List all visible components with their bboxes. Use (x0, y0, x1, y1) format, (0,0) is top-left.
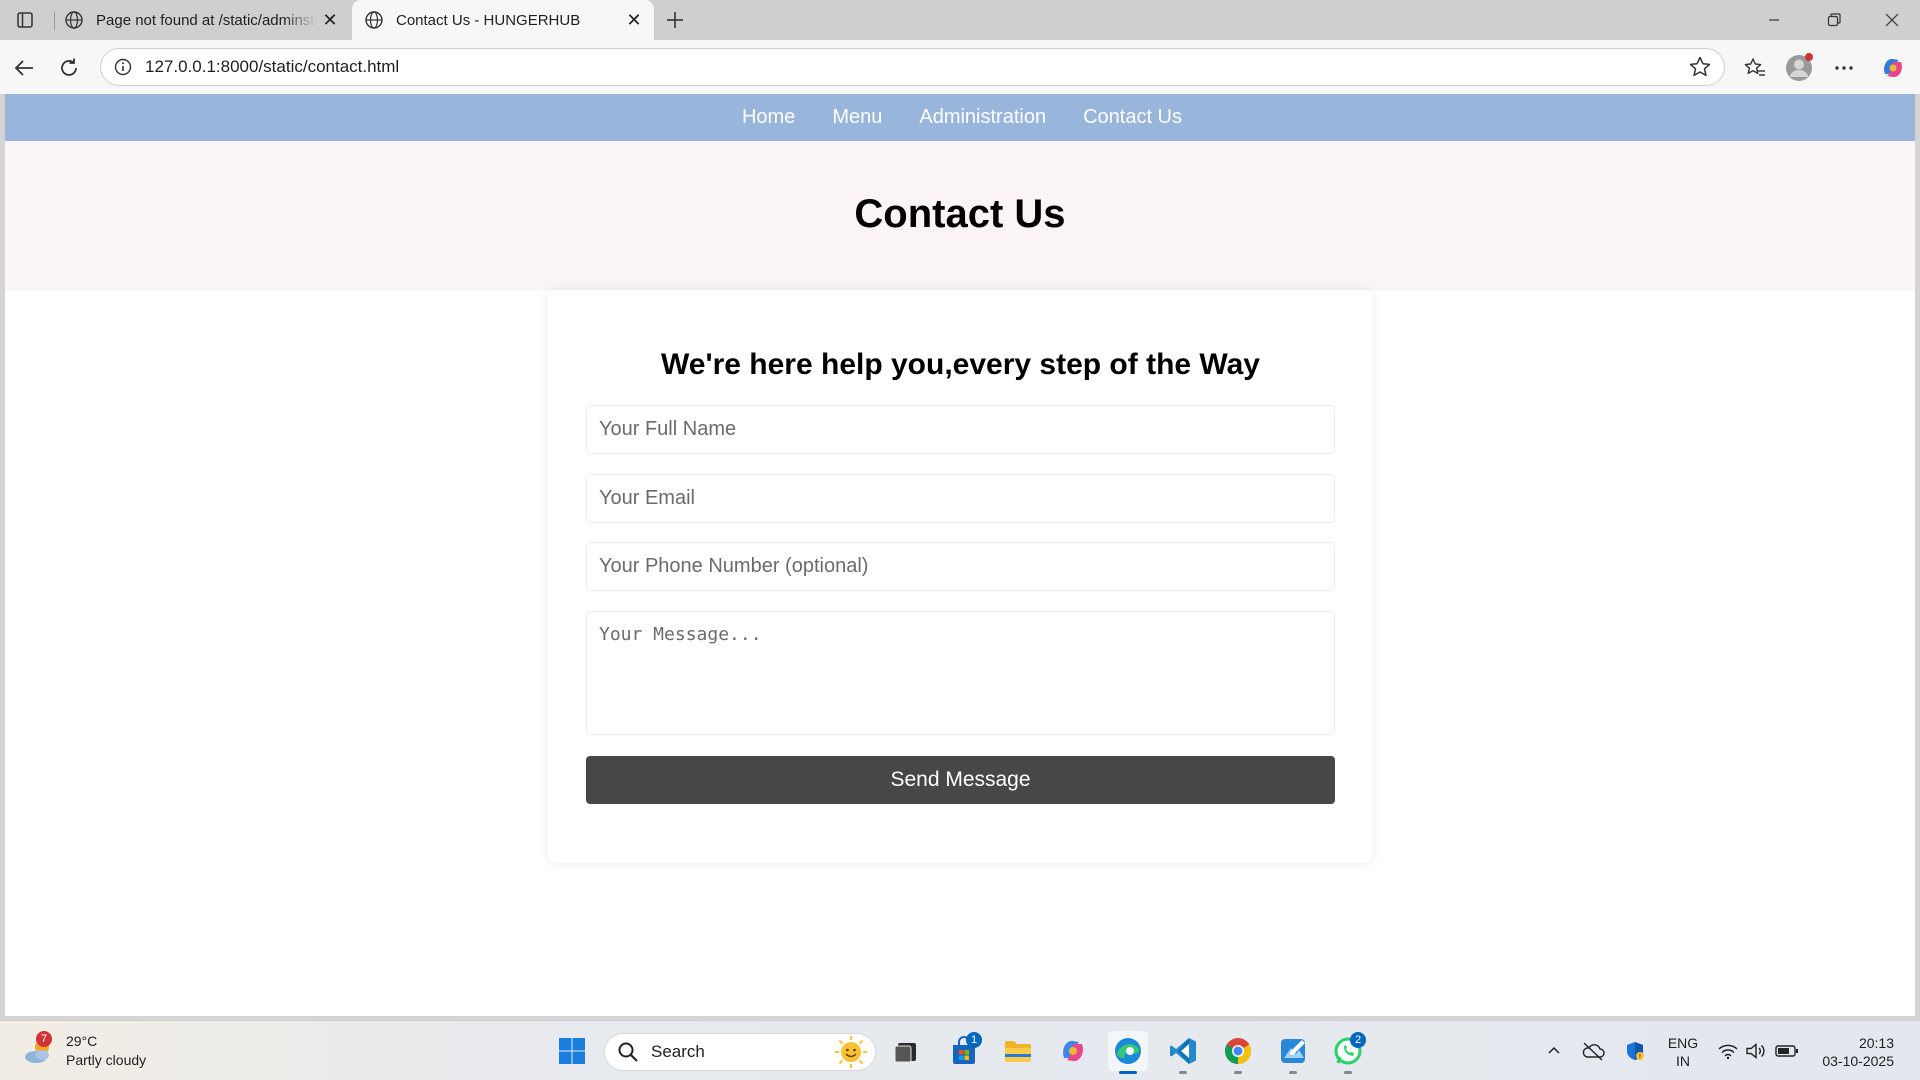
nav-menu[interactable]: Menu (832, 106, 882, 129)
clock-date: 03-10-2025 (1822, 1053, 1894, 1069)
url-text[interactable]: 127.0.0.1:8000/static/contact.html (145, 57, 1688, 77)
page-viewport: Home Menu Administration Contact Us Cont… (5, 94, 1915, 1016)
profile-avatar-icon[interactable] (1782, 51, 1816, 85)
windows-taskbar: 7 29°C Partly cloudy Search 1 2 ! ENG IN… (0, 1020, 1920, 1080)
nav-contact-us[interactable]: Contact Us (1083, 106, 1182, 129)
svg-text:!: ! (1639, 1054, 1641, 1061)
vscode-icon[interactable] (1163, 1031, 1203, 1074)
message-textarea[interactable] (586, 611, 1335, 735)
security-shield-icon[interactable]: ! (1620, 1031, 1650, 1071)
task-view-icon[interactable] (886, 1031, 926, 1071)
tab-title: Contact Us - HUNGERHUB (396, 11, 581, 29)
active-indicator (1119, 1071, 1137, 1074)
close-tab-icon[interactable]: ✕ (316, 6, 344, 34)
whatsapp-badge: 2 (1350, 1032, 1366, 1048)
globe-icon (364, 10, 384, 30)
weather-alert-badge: 7 (36, 1031, 52, 1047)
full-name-input[interactable] (586, 405, 1335, 454)
site-navbar: Home Menu Administration Contact Us (5, 94, 1915, 141)
favorites-icon[interactable] (1738, 51, 1772, 85)
tab-actions-icon[interactable] (10, 6, 40, 34)
restore-icon[interactable] (1806, 0, 1862, 40)
new-tab-plus-icon[interactable] (660, 6, 690, 34)
chrome-icon[interactable] (1218, 1031, 1258, 1074)
contact-form-card: We're here help you,every step of the Wa… (548, 290, 1373, 863)
system-clock[interactable]: 20:13 03-10-2025 (1808, 1034, 1894, 1070)
lang-line1: ENG (1667, 1035, 1699, 1051)
language-indicator[interactable]: ENG IN (1664, 1034, 1702, 1070)
search-icon (617, 1041, 639, 1063)
tab-title: Page not found at /static/adminstration.… (96, 11, 316, 29)
running-indicator (1179, 1071, 1187, 1074)
close-window-icon[interactable] (1864, 0, 1920, 40)
form-heading: We're here help you,every step of the Wa… (661, 348, 1260, 381)
copilot-sidebar-icon[interactable] (1876, 51, 1910, 85)
taskbar-search[interactable]: Search (604, 1033, 876, 1071)
phone-input[interactable] (586, 542, 1335, 591)
microsoft-store-icon[interactable]: 1 (944, 1031, 984, 1071)
site-info-icon[interactable] (113, 57, 133, 77)
tab-page-not-found[interactable]: Page not found at /static/adminstration.… (52, 0, 350, 40)
volume-icon[interactable] (1742, 1031, 1770, 1071)
send-message-button[interactable]: Send Message (586, 756, 1335, 804)
running-indicator (1289, 1071, 1297, 1074)
clock-time: 20:13 (1858, 1035, 1894, 1051)
store-badge: 1 (966, 1032, 982, 1048)
globe-icon (64, 10, 84, 30)
show-hidden-icons-chevron-icon[interactable] (1540, 1031, 1568, 1071)
browser-toolbar: 127.0.0.1:8000/static/contact.html (0, 40, 1920, 94)
weather-condition: Partly cloudy (66, 1052, 147, 1068)
search-label: Search (651, 1042, 705, 1061)
weather-temp: 29°C (66, 1033, 98, 1049)
tab-contact-us[interactable]: Contact Us - HUNGERHUB ✕ (352, 0, 654, 40)
address-bar[interactable]: 127.0.0.1:8000/static/contact.html (100, 48, 1725, 86)
nav-home[interactable]: Home (742, 106, 795, 129)
minimize-icon[interactable] (1746, 0, 1802, 40)
copilot-icon[interactable] (1053, 1031, 1093, 1071)
lang-line2: IN (1676, 1053, 1690, 1069)
paint-icon[interactable] (1273, 1031, 1313, 1074)
more-options-icon[interactable] (1827, 51, 1861, 85)
weather-widget[interactable]: 7 29°C Partly cloudy (22, 1031, 162, 1071)
edge-icon[interactable] (1108, 1031, 1148, 1074)
browser-tab-strip: Page not found at /static/adminstration.… (0, 0, 1920, 40)
running-indicator (1234, 1071, 1242, 1074)
windows-start-icon[interactable] (552, 1031, 592, 1071)
back-arrow-icon[interactable] (7, 51, 41, 85)
sun-highlight-icon (831, 1035, 871, 1069)
onedrive-offline-icon[interactable] (1578, 1031, 1608, 1071)
hero-banner: Contact Us (5, 141, 1915, 290)
favorite-star-icon[interactable] (1688, 55, 1712, 79)
whatsapp-icon[interactable]: 2 (1328, 1031, 1368, 1074)
close-tab-icon[interactable]: ✕ (620, 6, 648, 34)
partly-cloudy-icon: 7 (22, 1031, 58, 1069)
file-explorer-icon[interactable] (998, 1031, 1038, 1071)
running-indicator (1344, 1071, 1352, 1074)
email-input[interactable] (586, 474, 1335, 523)
page-title: Contact Us (854, 192, 1066, 236)
reload-icon[interactable] (52, 51, 86, 85)
nav-administration[interactable]: Administration (919, 106, 1046, 129)
wifi-icon[interactable] (1714, 1031, 1742, 1071)
battery-icon[interactable] (1772, 1031, 1802, 1071)
